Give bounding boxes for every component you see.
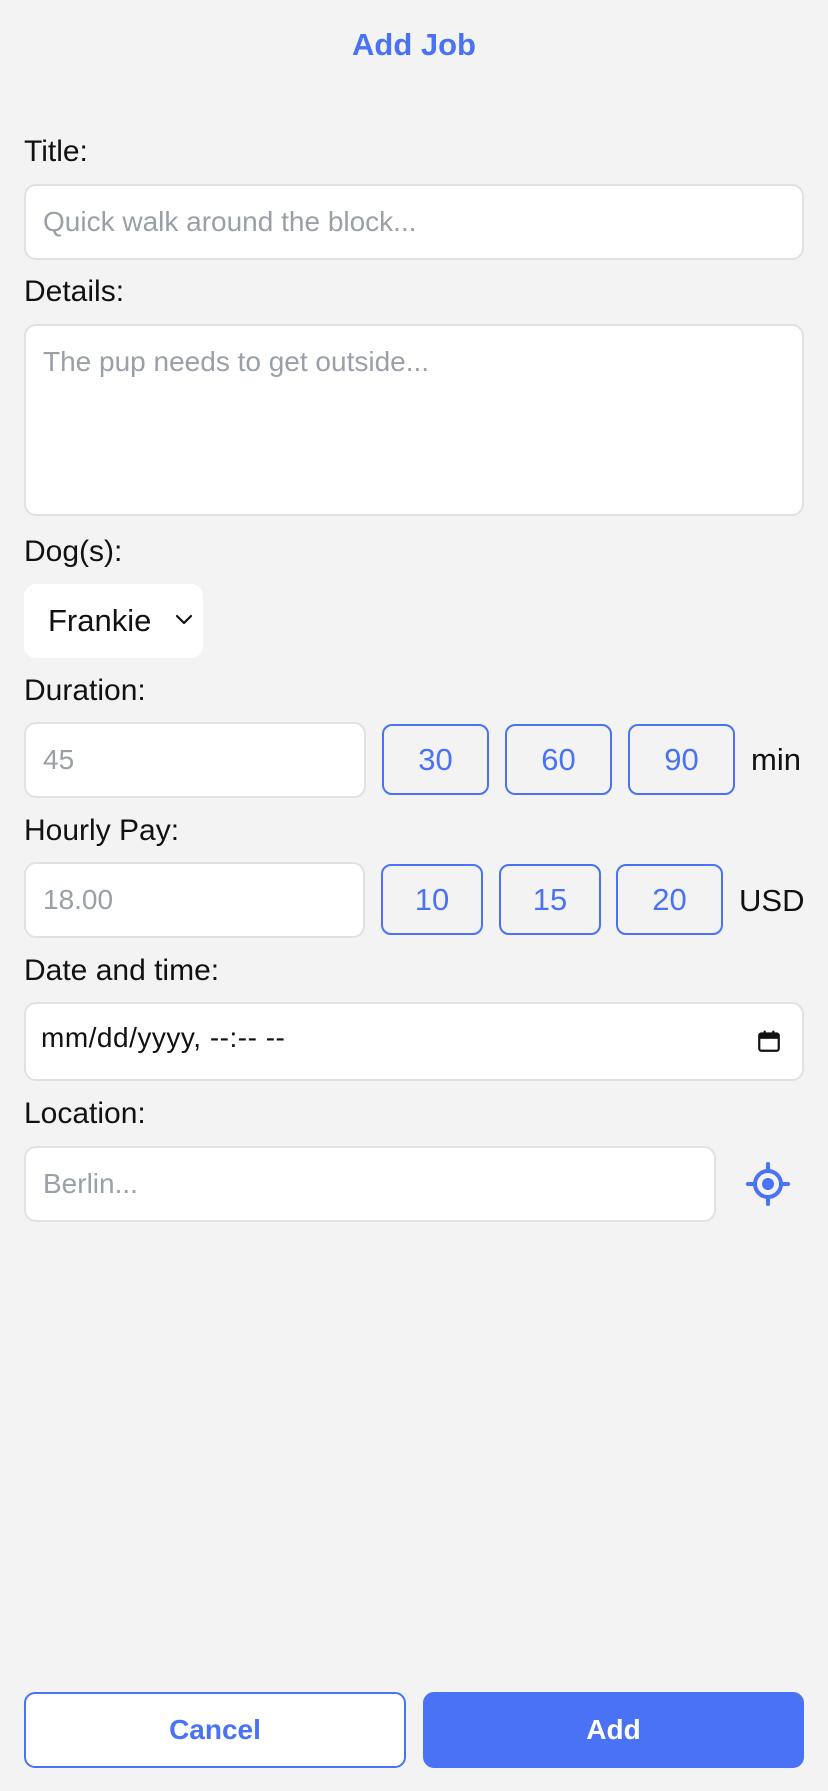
dogs-selected-value: Frankie [48,603,152,638]
chevron-down-icon [175,614,193,625]
locate-icon[interactable] [744,1160,792,1208]
calendar-icon[interactable] [756,1028,782,1054]
location-label: Location: [24,1097,146,1130]
add-button[interactable]: Add [423,1692,804,1768]
add-job-screen: Add Job Title: Details: Dog(s): Frankie … [0,0,828,1791]
pay-preset-15[interactable]: 15 [499,864,601,935]
duration-preset-60[interactable]: 60 [505,724,612,795]
pay-preset-10[interactable]: 10 [381,864,483,935]
details-textarea[interactable] [24,324,804,516]
duration-unit: min [751,742,801,777]
hourly-pay-label: Hourly Pay: [24,814,180,847]
hourly-pay-input[interactable] [24,862,365,938]
duration-label: Duration: [24,674,146,707]
pay-preset-20[interactable]: 20 [616,864,723,935]
duration-preset-30[interactable]: 30 [382,724,489,795]
datetime-label: Date and time: [24,954,220,987]
hourly-pay-unit: USD [739,883,805,918]
page-title: Add Job [352,27,476,62]
duration-preset-90[interactable]: 90 [628,724,735,795]
dogs-label: Dog(s): [24,535,123,568]
details-label: Details: [24,275,125,308]
datetime-value: mm/dd/yyyy, --:-- -- [41,1022,286,1053]
title-label: Title: [24,135,88,168]
duration-input[interactable] [24,722,366,798]
cancel-button[interactable]: Cancel [24,1692,406,1768]
title-input[interactable] [24,184,804,260]
location-input[interactable] [24,1146,716,1222]
dogs-select[interactable]: Frankie [24,584,203,658]
